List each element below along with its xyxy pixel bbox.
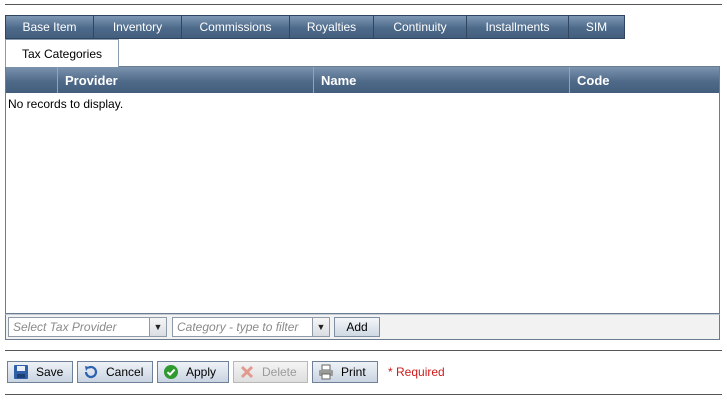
tab-strip: Base Item Inventory Commissions Royaltie…: [5, 15, 625, 39]
add-button[interactable]: Add: [334, 317, 380, 337]
print-label: Print: [341, 365, 366, 379]
check-circle-icon: [162, 364, 179, 381]
delete-label: Delete: [262, 365, 297, 379]
delete-button[interactable]: Delete: [233, 361, 308, 383]
tab-tax-categories[interactable]: Tax Categories: [5, 39, 119, 67]
grid-empty-message: No records to display.: [8, 97, 124, 111]
grid-header-select: [6, 67, 58, 93]
apply-label: Apply: [186, 365, 217, 379]
cancel-button[interactable]: Cancel: [77, 361, 153, 383]
chevron-down-icon[interactable]: ▼: [312, 318, 329, 336]
cancel-label: Cancel: [106, 365, 144, 379]
tab-base-item[interactable]: Base Item: [5, 15, 93, 39]
floppy-disk-icon: [12, 364, 29, 381]
grid-header-code[interactable]: Code: [570, 67, 719, 93]
bottom-divider: [5, 394, 722, 395]
category-filter-combo[interactable]: Category - type to filter ▼: [172, 317, 330, 337]
category-placeholder: Category - type to filter: [177, 320, 299, 334]
save-button[interactable]: Save: [7, 361, 73, 383]
grid-header: Provider Name Code: [6, 67, 719, 93]
grid-filter-bar: Select Tax Provider ▼ Category - type to…: [5, 314, 720, 340]
chevron-down-icon[interactable]: ▼: [149, 318, 166, 336]
grid-header-provider[interactable]: Provider: [58, 67, 314, 93]
tab-sim[interactable]: SIM: [568, 15, 625, 39]
tax-categories-grid: Provider Name Code No records to display…: [5, 66, 720, 314]
save-label: Save: [36, 365, 64, 379]
delete-x-icon: [238, 364, 255, 381]
tax-provider-select[interactable]: Select Tax Provider ▼: [8, 317, 167, 337]
tab-royalties[interactable]: Royalties: [289, 15, 373, 39]
tax-provider-placeholder: Select Tax Provider: [13, 320, 117, 334]
action-bar: Save Cancel Apply Delete Print * Require…: [7, 361, 445, 383]
apply-button[interactable]: Apply: [157, 361, 229, 383]
tab-inventory[interactable]: Inventory: [93, 15, 181, 39]
tab-commissions[interactable]: Commissions: [181, 15, 289, 39]
required-note: * Required: [388, 365, 445, 379]
top-divider: [5, 4, 722, 5]
tab-continuity[interactable]: Continuity: [373, 15, 466, 39]
printer-icon: [317, 364, 334, 381]
grid-header-name[interactable]: Name: [314, 67, 570, 93]
undo-arrow-icon: [82, 364, 99, 381]
tab-installments[interactable]: Installments: [466, 15, 568, 39]
middle-divider: [5, 350, 722, 351]
print-button[interactable]: Print: [312, 361, 378, 383]
